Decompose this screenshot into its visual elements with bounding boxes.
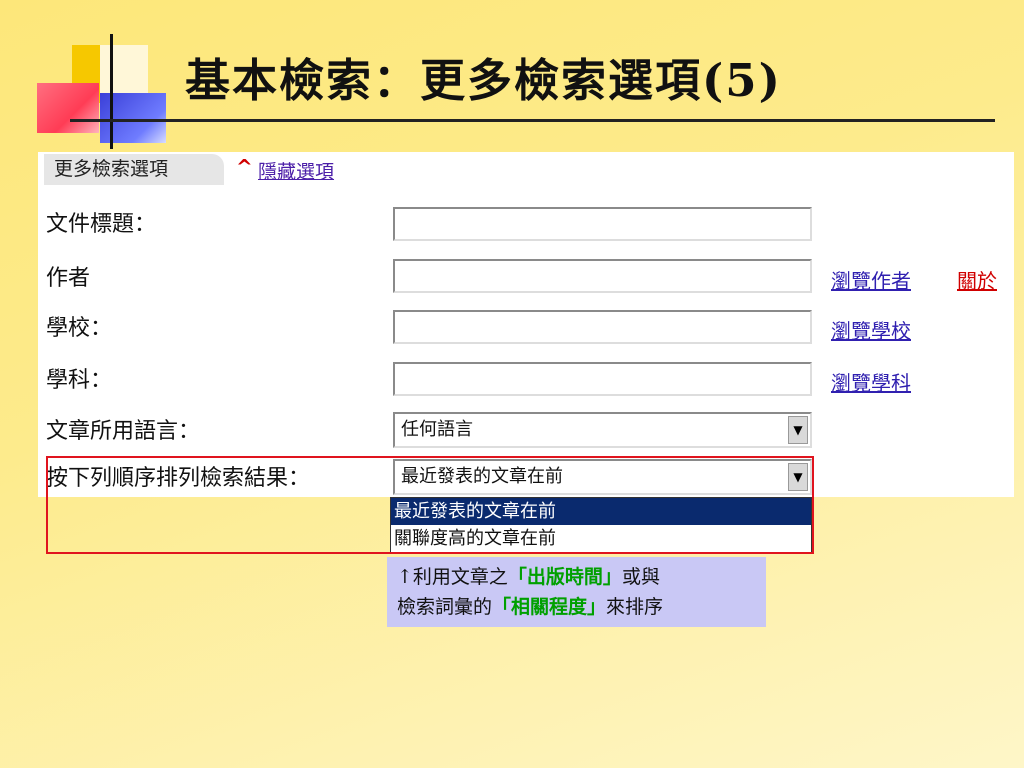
caret-up-icon[interactable]: ^: [236, 155, 253, 179]
doc-title-input[interactable]: [393, 207, 812, 241]
author-input[interactable]: [393, 259, 812, 293]
title-underline: [70, 119, 995, 122]
explanation-callout: ↑利用文章之「出版時間」或與 檢索詞彙的「相關程度」來排序: [387, 557, 766, 627]
highlight-box: [46, 456, 814, 554]
browse-subject-link[interactable]: 瀏覽學科: [831, 367, 911, 396]
browse-school-link[interactable]: 瀏覽學校: [831, 315, 911, 344]
callout-line1-prefix: ↑利用文章之: [397, 566, 508, 588]
school-label: 學校：: [46, 316, 113, 341]
subject-input[interactable]: [393, 362, 812, 396]
hide-options-link[interactable]: 隱藏選項: [258, 157, 334, 184]
doc-title-label: 文件標題：: [46, 212, 157, 237]
school-input[interactable]: [393, 310, 812, 344]
callout-highlight-publish-time: 「出版時間」: [507, 566, 622, 588]
author-label: 作者: [46, 266, 91, 291]
about-link[interactable]: 關於: [957, 265, 997, 294]
language-select-value: 任何語言: [401, 419, 473, 440]
browse-author-link[interactable]: 瀏覽作者: [831, 265, 911, 294]
callout-line-2: 檢索詞彙的「相關程度」來排序: [397, 592, 766, 622]
callout-line2-suffix: 來排序: [606, 596, 664, 618]
subject-label: 學科：: [46, 368, 113, 393]
callout-line1-suffix: 或與: [621, 566, 660, 588]
logo-red-square: [37, 83, 99, 133]
callout-highlight-relevance: 「相關程度」: [492, 596, 607, 618]
page-title: 基本檢索：更多檢索選項(5): [185, 54, 782, 107]
more-options-tab[interactable]: 更多檢索選項: [44, 154, 224, 185]
callout-line-1: ↑利用文章之「出版時間」或與: [397, 562, 766, 592]
chevron-down-icon[interactable]: ▼: [788, 416, 808, 444]
language-label: 文章所用語言：: [46, 419, 201, 444]
language-select[interactable]: 任何語言 ▼: [393, 412, 812, 448]
logo-vertical-line: [110, 34, 113, 149]
callout-line2-prefix: 檢索詞彙的: [397, 596, 493, 618]
